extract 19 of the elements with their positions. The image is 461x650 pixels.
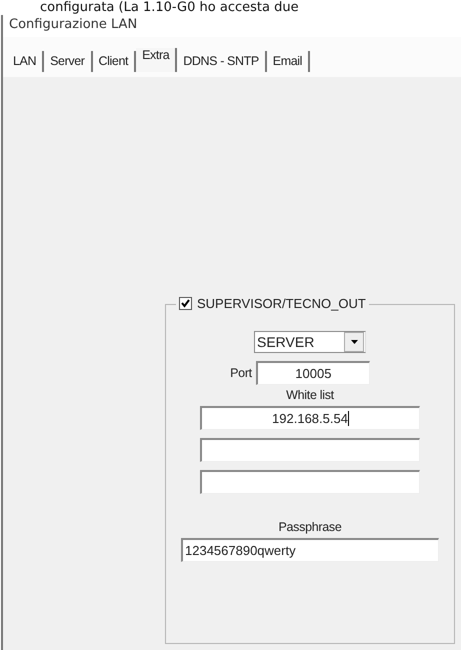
address-field[interactable] xyxy=(200,438,420,462)
passphrase-label: Passphrase xyxy=(278,520,342,534)
check-icon xyxy=(181,299,190,308)
tab[interactable]: Email xyxy=(266,51,310,72)
tab[interactable]: Server xyxy=(44,51,93,72)
tab[interactable]: Extra xyxy=(136,48,178,72)
address-list-label: White list xyxy=(286,388,334,402)
tab[interactable]: LAN xyxy=(7,51,44,72)
address-field[interactable]: 192.168.5.54 xyxy=(200,406,420,430)
document-text: configurata (La 1.10-G0 ho accesta due xyxy=(39,0,300,15)
port-field[interactable]: 10005 xyxy=(256,361,370,385)
supervisor-checkbox[interactable]: SUPERVISOR/TECNO_OUT xyxy=(176,296,369,311)
passphrase-field[interactable]: 1234567890qwerty xyxy=(181,538,439,562)
dropdown-arrow-icon xyxy=(350,340,358,344)
address-field[interactable] xyxy=(200,470,420,494)
mode-dropdown[interactable]: SERVER xyxy=(254,331,366,353)
port-label: Port xyxy=(230,366,252,380)
window-title: Configurazione LAN xyxy=(8,16,138,34)
tab[interactable]: DDNS - SNTP xyxy=(177,51,267,72)
